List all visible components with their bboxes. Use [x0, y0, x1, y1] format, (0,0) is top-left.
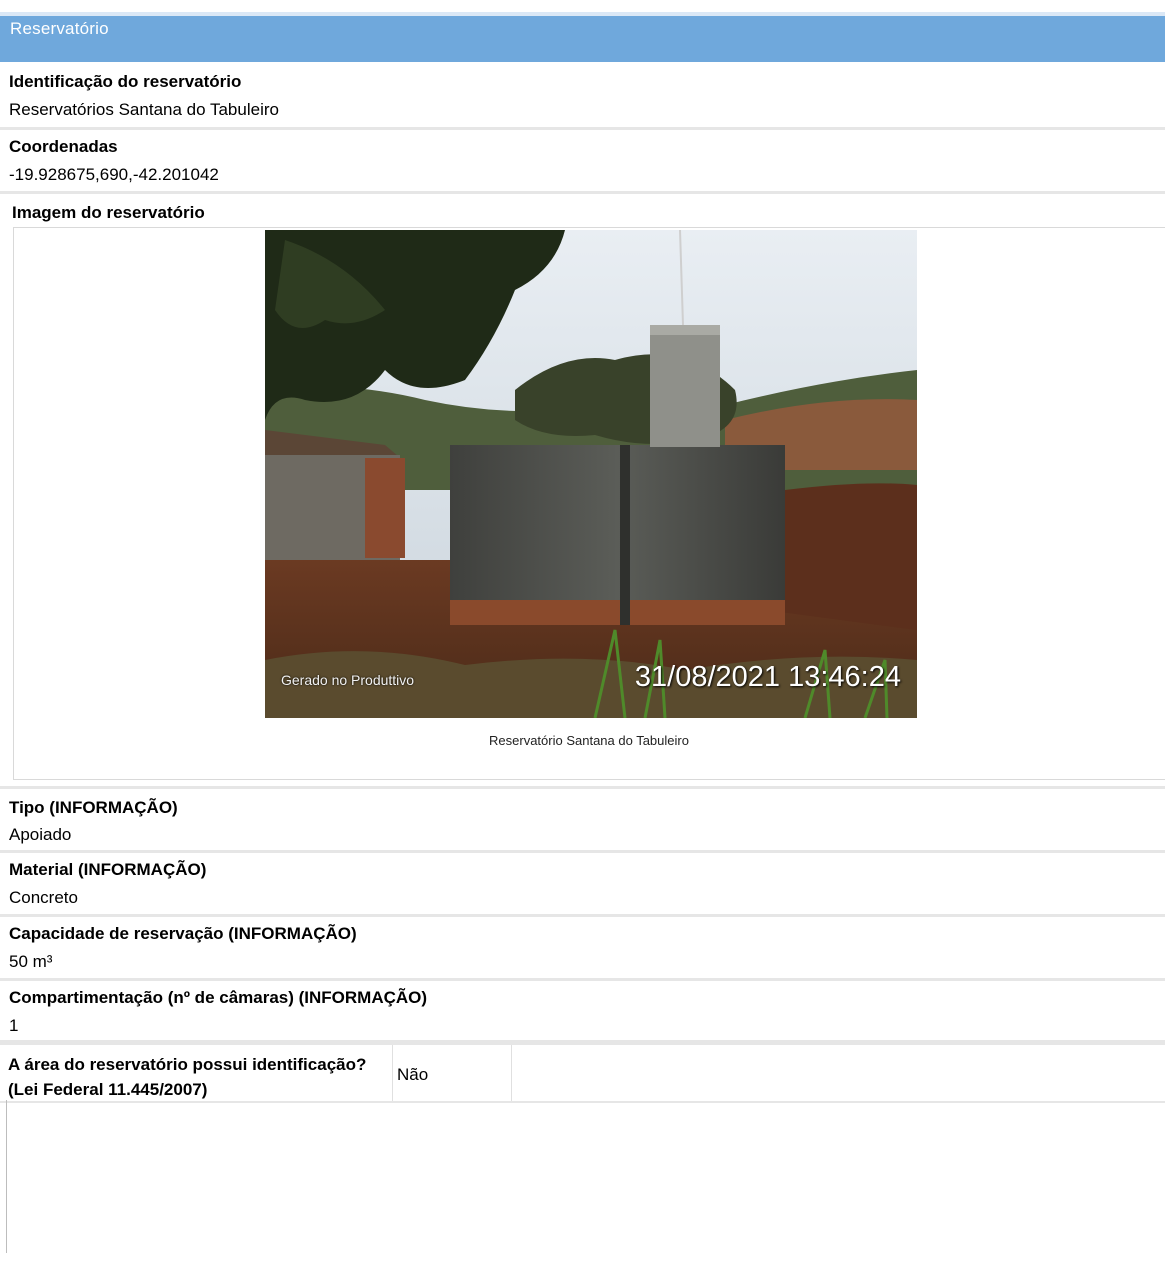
- field-compartimentacao: Compartimentação (nº de câmaras) (INFORM…: [0, 981, 1165, 1043]
- page-margin-rule: [6, 1100, 7, 1253]
- field-coordenadas: Coordenadas -19.928675,690,-42.201042: [0, 130, 1165, 194]
- table-divider: [511, 1045, 512, 1101]
- field-label: Capacidade de reservação (INFORMAÇÃO): [9, 924, 357, 943]
- section-title: Reservatório: [10, 19, 109, 38]
- field-label: Tipo (INFORMAÇÃO): [9, 798, 178, 817]
- field-value: Concreto: [9, 888, 78, 907]
- field-capacidade: Capacidade de reservação (INFORMAÇÃO) 50…: [0, 917, 1165, 981]
- table-divider: [392, 1045, 393, 1101]
- field-value: 1: [9, 1016, 19, 1035]
- field-label: Identificação do reservatório: [9, 72, 242, 91]
- photo-illustration: [265, 230, 917, 718]
- field-value: Apoiado: [9, 825, 72, 844]
- field-value: -19.928675,690,-42.201042: [9, 165, 219, 184]
- field-label: Material (INFORMAÇÃO): [9, 860, 207, 879]
- table-cell-value: Não: [397, 1065, 429, 1084]
- photo-timestamp: 31/08/2021 13:46:24: [634, 661, 901, 693]
- field-identificacao: Identificação do reservatório Reservatór…: [0, 66, 1165, 130]
- reservoir-photo[interactable]: Gerado no Produttivo 31/08/2021 13:46:24: [265, 230, 917, 718]
- field-label: Coordenadas: [9, 137, 118, 156]
- field-material: Material (INFORMAÇÃO) Concreto: [0, 853, 1165, 917]
- table-cell-label: A área do reservatório possui identifica…: [8, 1055, 367, 1099]
- section-header: [0, 12, 1165, 62]
- photo-watermark: Gerado no Produttivo: [281, 672, 415, 688]
- field-label: Compartimentação (nº de câmaras) (INFORM…: [9, 988, 428, 1007]
- image-caption: Reservatório Santana do Tabuleiro: [489, 733, 689, 748]
- field-tipo: Tipo (INFORMAÇÃO) Apoiado: [0, 789, 1165, 853]
- field-value: Reservatórios Santana do Tabuleiro: [9, 100, 279, 119]
- image-section-label: Imagem do reservatório: [12, 203, 205, 222]
- field-value: 50 m³: [9, 952, 53, 971]
- table-row-identificacao-area: A área do reservatório possui identifica…: [0, 1043, 1165, 1103]
